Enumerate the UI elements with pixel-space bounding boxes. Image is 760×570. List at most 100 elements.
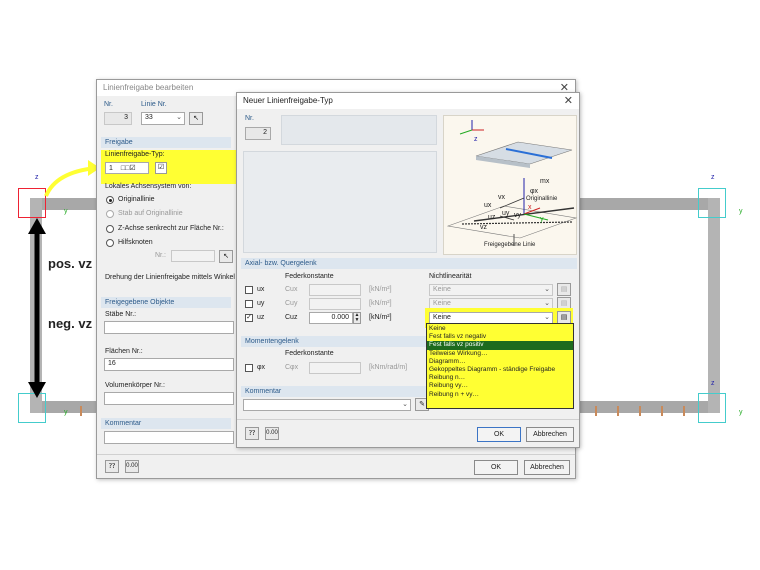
cancel-button[interactable]: Abbrechen bbox=[524, 460, 570, 475]
federkonstante-label: Federkonstante bbox=[285, 273, 334, 280]
kommentar-select[interactable]: ⌄ bbox=[243, 399, 411, 411]
staebe-label: Stäbe Nr.: bbox=[105, 311, 137, 318]
help-icon[interactable]: ⁇ bbox=[105, 460, 119, 473]
dropdown-option[interactable]: Reibung n + vy… bbox=[427, 391, 573, 399]
linie-label: Linie Nr. bbox=[141, 101, 167, 108]
freigabe-boxes-icon: □□☑ bbox=[120, 165, 136, 172]
uy-label: uy bbox=[257, 300, 265, 307]
cphix-unit: [kNm/rad/m] bbox=[369, 364, 408, 371]
ok-button[interactable]: OK bbox=[474, 460, 518, 475]
ux-checkbox[interactable] bbox=[245, 286, 253, 294]
nr-field: 2 bbox=[245, 127, 271, 140]
nonlin-dropdown-list[interactable]: Keine Fest falls vz negativ Fest falls v… bbox=[426, 323, 574, 409]
phix-checkbox[interactable] bbox=[245, 364, 253, 372]
ux-edit-icon: ▤ bbox=[557, 283, 571, 296]
typ-label: Linienfreigabe-Typ: bbox=[105, 151, 165, 158]
radio-hilfsknoten[interactable] bbox=[106, 239, 114, 247]
kommentar-field[interactable] bbox=[104, 431, 234, 444]
ux-nonlin-select: Keine ⌄ bbox=[429, 284, 553, 296]
cux-unit: [kN/m²] bbox=[369, 286, 392, 293]
preview-panel bbox=[243, 151, 437, 253]
radio-z-achse-label: Z-Achse senkrecht zur Fläche Nr.: bbox=[118, 225, 224, 232]
ok-button[interactable]: OK bbox=[477, 427, 521, 442]
dialog-title: Neuer Linienfreigabe-Typ bbox=[243, 96, 333, 105]
diagram-label-freigegebene: Freigegebene Linie bbox=[484, 242, 536, 248]
nichtlinearitaet-label: Nichtlinearität bbox=[429, 273, 472, 280]
title-bar: Neuer Linienfreigabe-Typ ✕ bbox=[237, 93, 579, 109]
drehung-label: Drehung der Linienfreigabe mittels Winke… bbox=[105, 274, 235, 281]
pick-line-icon[interactable]: ↖ bbox=[189, 112, 203, 125]
dropdown-option[interactable]: Gekoppeltes Diagramm - ständige Freigabe bbox=[427, 366, 573, 374]
achsen-label: Lokales Achsensystem von: bbox=[105, 183, 192, 190]
section-kommentar: Kommentar bbox=[101, 418, 231, 429]
dropdown-option[interactable]: Fest falls vz negativ bbox=[427, 333, 573, 341]
moment-federkonstante-label: Federkonstante bbox=[285, 350, 334, 357]
diagram-label-vz: vz bbox=[480, 224, 487, 231]
cuz-spinner-icon[interactable]: ▲ ▼ bbox=[353, 312, 361, 324]
typ-checkbox-icon[interactable]: ☑ bbox=[155, 162, 167, 174]
dropdown-option[interactable]: Diagramm… bbox=[427, 358, 573, 366]
dropdown-option[interactable]: Teilweise Wirkung… bbox=[427, 350, 573, 358]
dropdown-option-selected[interactable]: Fest falls vz positiv bbox=[427, 341, 573, 350]
chevron-down-icon: ⌄ bbox=[544, 286, 550, 293]
diagram-label-vy: vy bbox=[514, 212, 521, 219]
diagram-label-uz: uz bbox=[488, 214, 496, 221]
ux-label: ux bbox=[257, 286, 265, 293]
flaechen-label: Flächen Nr.: bbox=[105, 348, 143, 355]
uz-checkbox[interactable]: ✓ bbox=[245, 314, 253, 322]
cphix-field bbox=[309, 362, 361, 374]
units-icon[interactable]: 0.00 bbox=[125, 460, 139, 473]
phix-label: φx bbox=[257, 364, 266, 371]
pick-node-icon[interactable]: ↖ bbox=[219, 250, 233, 263]
cux-label: Cux bbox=[285, 286, 298, 293]
chevron-down-icon: ⌄ bbox=[544, 300, 550, 307]
chevron-down-icon: ⌄ bbox=[402, 401, 408, 408]
nr-label: Nr. bbox=[104, 101, 113, 108]
cuy-label: Cuy bbox=[285, 300, 298, 307]
dropdown-option[interactable]: Reibung vy… bbox=[427, 382, 573, 390]
cuz-field[interactable]: 0.000 bbox=[309, 312, 353, 324]
dropdown-option[interactable]: Keine bbox=[427, 325, 573, 333]
typ-select[interactable]: 1 □□☑ bbox=[105, 162, 149, 174]
release-diagram-graphic bbox=[446, 120, 578, 246]
diagram-label-x: x bbox=[528, 204, 532, 211]
units-icon[interactable]: 0.00 bbox=[265, 427, 279, 440]
volumen-field[interactable] bbox=[104, 392, 234, 405]
cuy-field bbox=[309, 298, 361, 310]
linie-value: 33 bbox=[145, 114, 153, 121]
radio-stab[interactable] bbox=[106, 210, 114, 218]
diagram-label-vx: vx bbox=[498, 194, 505, 201]
section-freigabe: Freigabe bbox=[101, 137, 231, 148]
diagram-label-phix: φx bbox=[530, 188, 539, 195]
footer-divider bbox=[97, 454, 575, 455]
section-objekte: Freigegebene Objekte bbox=[101, 297, 231, 308]
uy-nonlin-value: Keine bbox=[433, 300, 451, 307]
radio-originallinie[interactable] bbox=[106, 196, 114, 204]
radio-z-achse[interactable] bbox=[106, 225, 114, 233]
diagram-label-y: y bbox=[540, 216, 544, 223]
hilfsknoten-nr-field bbox=[171, 250, 215, 262]
diagram-label-ux: ux bbox=[484, 202, 492, 209]
radio-originallinie-label: Originallinie bbox=[118, 196, 155, 203]
section-axial: Axial- bzw. Quergelenk bbox=[241, 258, 577, 269]
help-icon[interactable]: ⁇ bbox=[245, 427, 259, 440]
uy-checkbox[interactable] bbox=[245, 300, 253, 308]
radio-stab-label: Stab auf Originallinie bbox=[118, 210, 183, 217]
cphix-label: Cφx bbox=[285, 364, 299, 371]
diagram-label-uy: uy bbox=[502, 210, 510, 217]
staebe-field[interactable] bbox=[104, 321, 234, 334]
cancel-button[interactable]: Abbrechen bbox=[526, 427, 574, 442]
close-icon[interactable]: ✕ bbox=[564, 94, 573, 107]
linie-select[interactable]: 33 ⌄ bbox=[141, 112, 185, 125]
ux-nonlin-value: Keine bbox=[433, 286, 451, 293]
nr-field: 3 bbox=[104, 112, 132, 125]
diagram-label-z: z bbox=[474, 136, 478, 143]
dropdown-option[interactable]: Reibung n… bbox=[427, 374, 573, 382]
cux-field bbox=[309, 284, 361, 296]
flaechen-field[interactable]: 16 bbox=[104, 358, 234, 371]
cuz-label: Cuz bbox=[285, 314, 298, 321]
section-kommentar: Kommentar bbox=[241, 386, 427, 397]
diagram-label-mx: mx bbox=[540, 178, 550, 185]
uz-label: uz bbox=[257, 314, 265, 321]
nr-label: Nr. bbox=[245, 115, 254, 122]
